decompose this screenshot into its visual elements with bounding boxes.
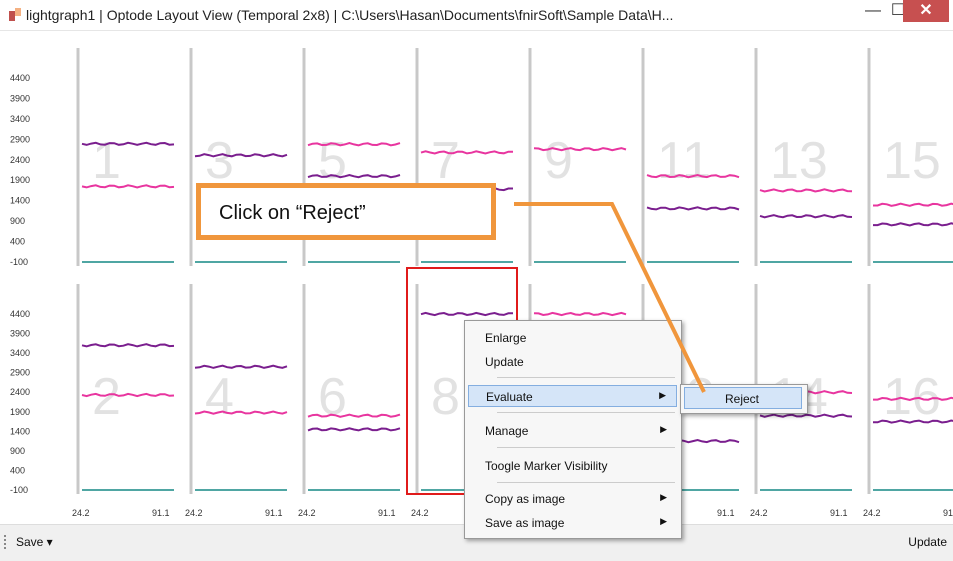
series-b-line <box>420 311 513 317</box>
menu-separator <box>497 447 675 448</box>
x-tick-label: 24.2 <box>750 508 768 518</box>
toolbar-grip-icon <box>4 535 9 549</box>
channel-number-label: 13 <box>770 132 828 190</box>
x-tick-label: 91.1 <box>717 508 735 518</box>
y-tick-label: 2900 <box>10 134 30 144</box>
y-tick-label: 1900 <box>10 175 30 185</box>
menu-item-label: Update <box>485 355 524 369</box>
y-tick-label: 1400 <box>10 196 30 206</box>
channel-number-label: 15 <box>883 132 941 190</box>
update-button[interactable]: Update <box>908 535 947 549</box>
title-bar: lightgraph1 | Optode Layout View (Tempor… <box>0 0 953 31</box>
x-tick-label: 24.2 <box>185 508 203 518</box>
submenu-arrow-icon: ▶ <box>660 424 667 434</box>
menu-item-update[interactable]: Update <box>468 351 677 373</box>
x-tick-label: 24.2 <box>863 508 881 518</box>
series-b-line <box>646 206 740 211</box>
callout-text: Click on “Reject” <box>219 202 366 224</box>
y-tick-label: -100 <box>10 485 28 495</box>
menu-item-label: Manage <box>485 424 529 438</box>
submenu-arrow-icon: ▶ <box>660 492 667 502</box>
y-tick-label: 2400 <box>10 155 30 165</box>
x-tick-label: 24.2 <box>298 508 316 518</box>
y-tick-label: 2400 <box>10 387 30 397</box>
menu-item-label: Save as image <box>485 516 565 530</box>
series-a-line <box>194 410 288 415</box>
channel-number-label: 11 <box>657 132 711 190</box>
evaluate-submenu: Reject <box>680 384 808 414</box>
menu-item-save-as-image[interactable]: Save as image ▶ <box>468 512 677 534</box>
context-menu: Enlarge Update Evaluate ▶ Manage ▶ Toogl… <box>464 320 682 539</box>
x-tick-label: 91.1 <box>943 508 953 518</box>
channel-number-label: 1 <box>92 132 121 190</box>
y-tick-label: 3400 <box>10 114 30 124</box>
menu-item-label: Toogle Marker Visibility <box>485 459 608 473</box>
x-tick-label: 24.2 <box>72 508 90 518</box>
y-tick-label: 1400 <box>10 426 30 436</box>
menu-separator <box>497 412 675 413</box>
y-tick-label: 400 <box>10 465 25 475</box>
save-dropdown-button[interactable]: Save ▾ <box>16 535 53 549</box>
series-b-line <box>307 427 401 432</box>
menu-item-manage[interactable]: Manage ▶ <box>468 420 677 442</box>
channel-number-label: 9 <box>544 132 573 190</box>
minimize-button[interactable]: — <box>862 0 884 22</box>
menu-item-label: Enlarge <box>485 331 527 345</box>
series-a-line <box>533 311 627 317</box>
y-tick-label: -100 <box>10 257 28 267</box>
y-tick-label: 400 <box>10 237 25 247</box>
series-b-line <box>194 153 288 158</box>
menu-item-label: Copy as image <box>485 492 566 506</box>
series-b-line <box>873 222 953 227</box>
x-tick-label: 91.1 <box>830 508 848 518</box>
menu-separator <box>497 377 675 378</box>
channel-number-label: 2 <box>92 368 121 426</box>
x-tick-label: 91.1 <box>265 508 283 518</box>
menu-item-enlarge[interactable]: Enlarge <box>468 327 677 349</box>
y-tick-label: 900 <box>10 446 25 456</box>
y-tick-label: 3900 <box>10 93 30 103</box>
close-button[interactable]: ✕ <box>903 0 949 22</box>
y-tick-label: 3900 <box>10 329 30 339</box>
channel-number-label: 16 <box>883 368 941 426</box>
y-tick-label: 1900 <box>10 407 30 417</box>
x-tick-label: 24.2 <box>411 508 429 518</box>
series-a-line <box>873 202 953 207</box>
y-tick-label: 4400 <box>10 309 30 319</box>
x-tick-label: 91.1 <box>378 508 396 518</box>
y-tick-label: 4400 <box>10 73 30 83</box>
submenu-arrow-icon: ▶ <box>660 516 667 526</box>
channel-number-label: 3 <box>205 132 234 190</box>
instruction-callout: Click on “Reject” <box>196 183 496 240</box>
series-a-line <box>759 188 853 193</box>
menu-item-copy-as-image[interactable]: Copy as image ▶ <box>468 488 677 510</box>
window-title: lightgraph1 | Optode Layout View (Tempor… <box>26 7 674 23</box>
menu-item-toggle-marker-visibility[interactable]: Toogle Marker Visibility <box>468 455 677 477</box>
channel-number-label: 4 <box>205 368 234 426</box>
submenu-arrow-icon: ▶ <box>659 390 666 400</box>
menu-item-label: Reject <box>725 392 760 406</box>
series-b-line <box>81 343 175 348</box>
series-b-line <box>759 214 853 219</box>
channel-number-label: 5 <box>318 132 347 190</box>
channel-number-label: 7 <box>431 132 460 190</box>
menu-item-reject[interactable]: Reject <box>684 387 802 409</box>
app-icon <box>9 8 21 21</box>
channel-number-label: 8 <box>431 368 460 426</box>
x-tick-label: 91.1 <box>152 508 170 518</box>
y-tick-label: 3400 <box>10 348 30 358</box>
series-b-line <box>194 364 288 369</box>
menu-item-evaluate[interactable]: Evaluate ▶ <box>468 385 677 407</box>
y-tick-label: 2900 <box>10 368 30 378</box>
menu-item-label: Evaluate <box>486 390 533 404</box>
y-tick-label: 900 <box>10 216 25 226</box>
menu-separator <box>497 482 675 483</box>
